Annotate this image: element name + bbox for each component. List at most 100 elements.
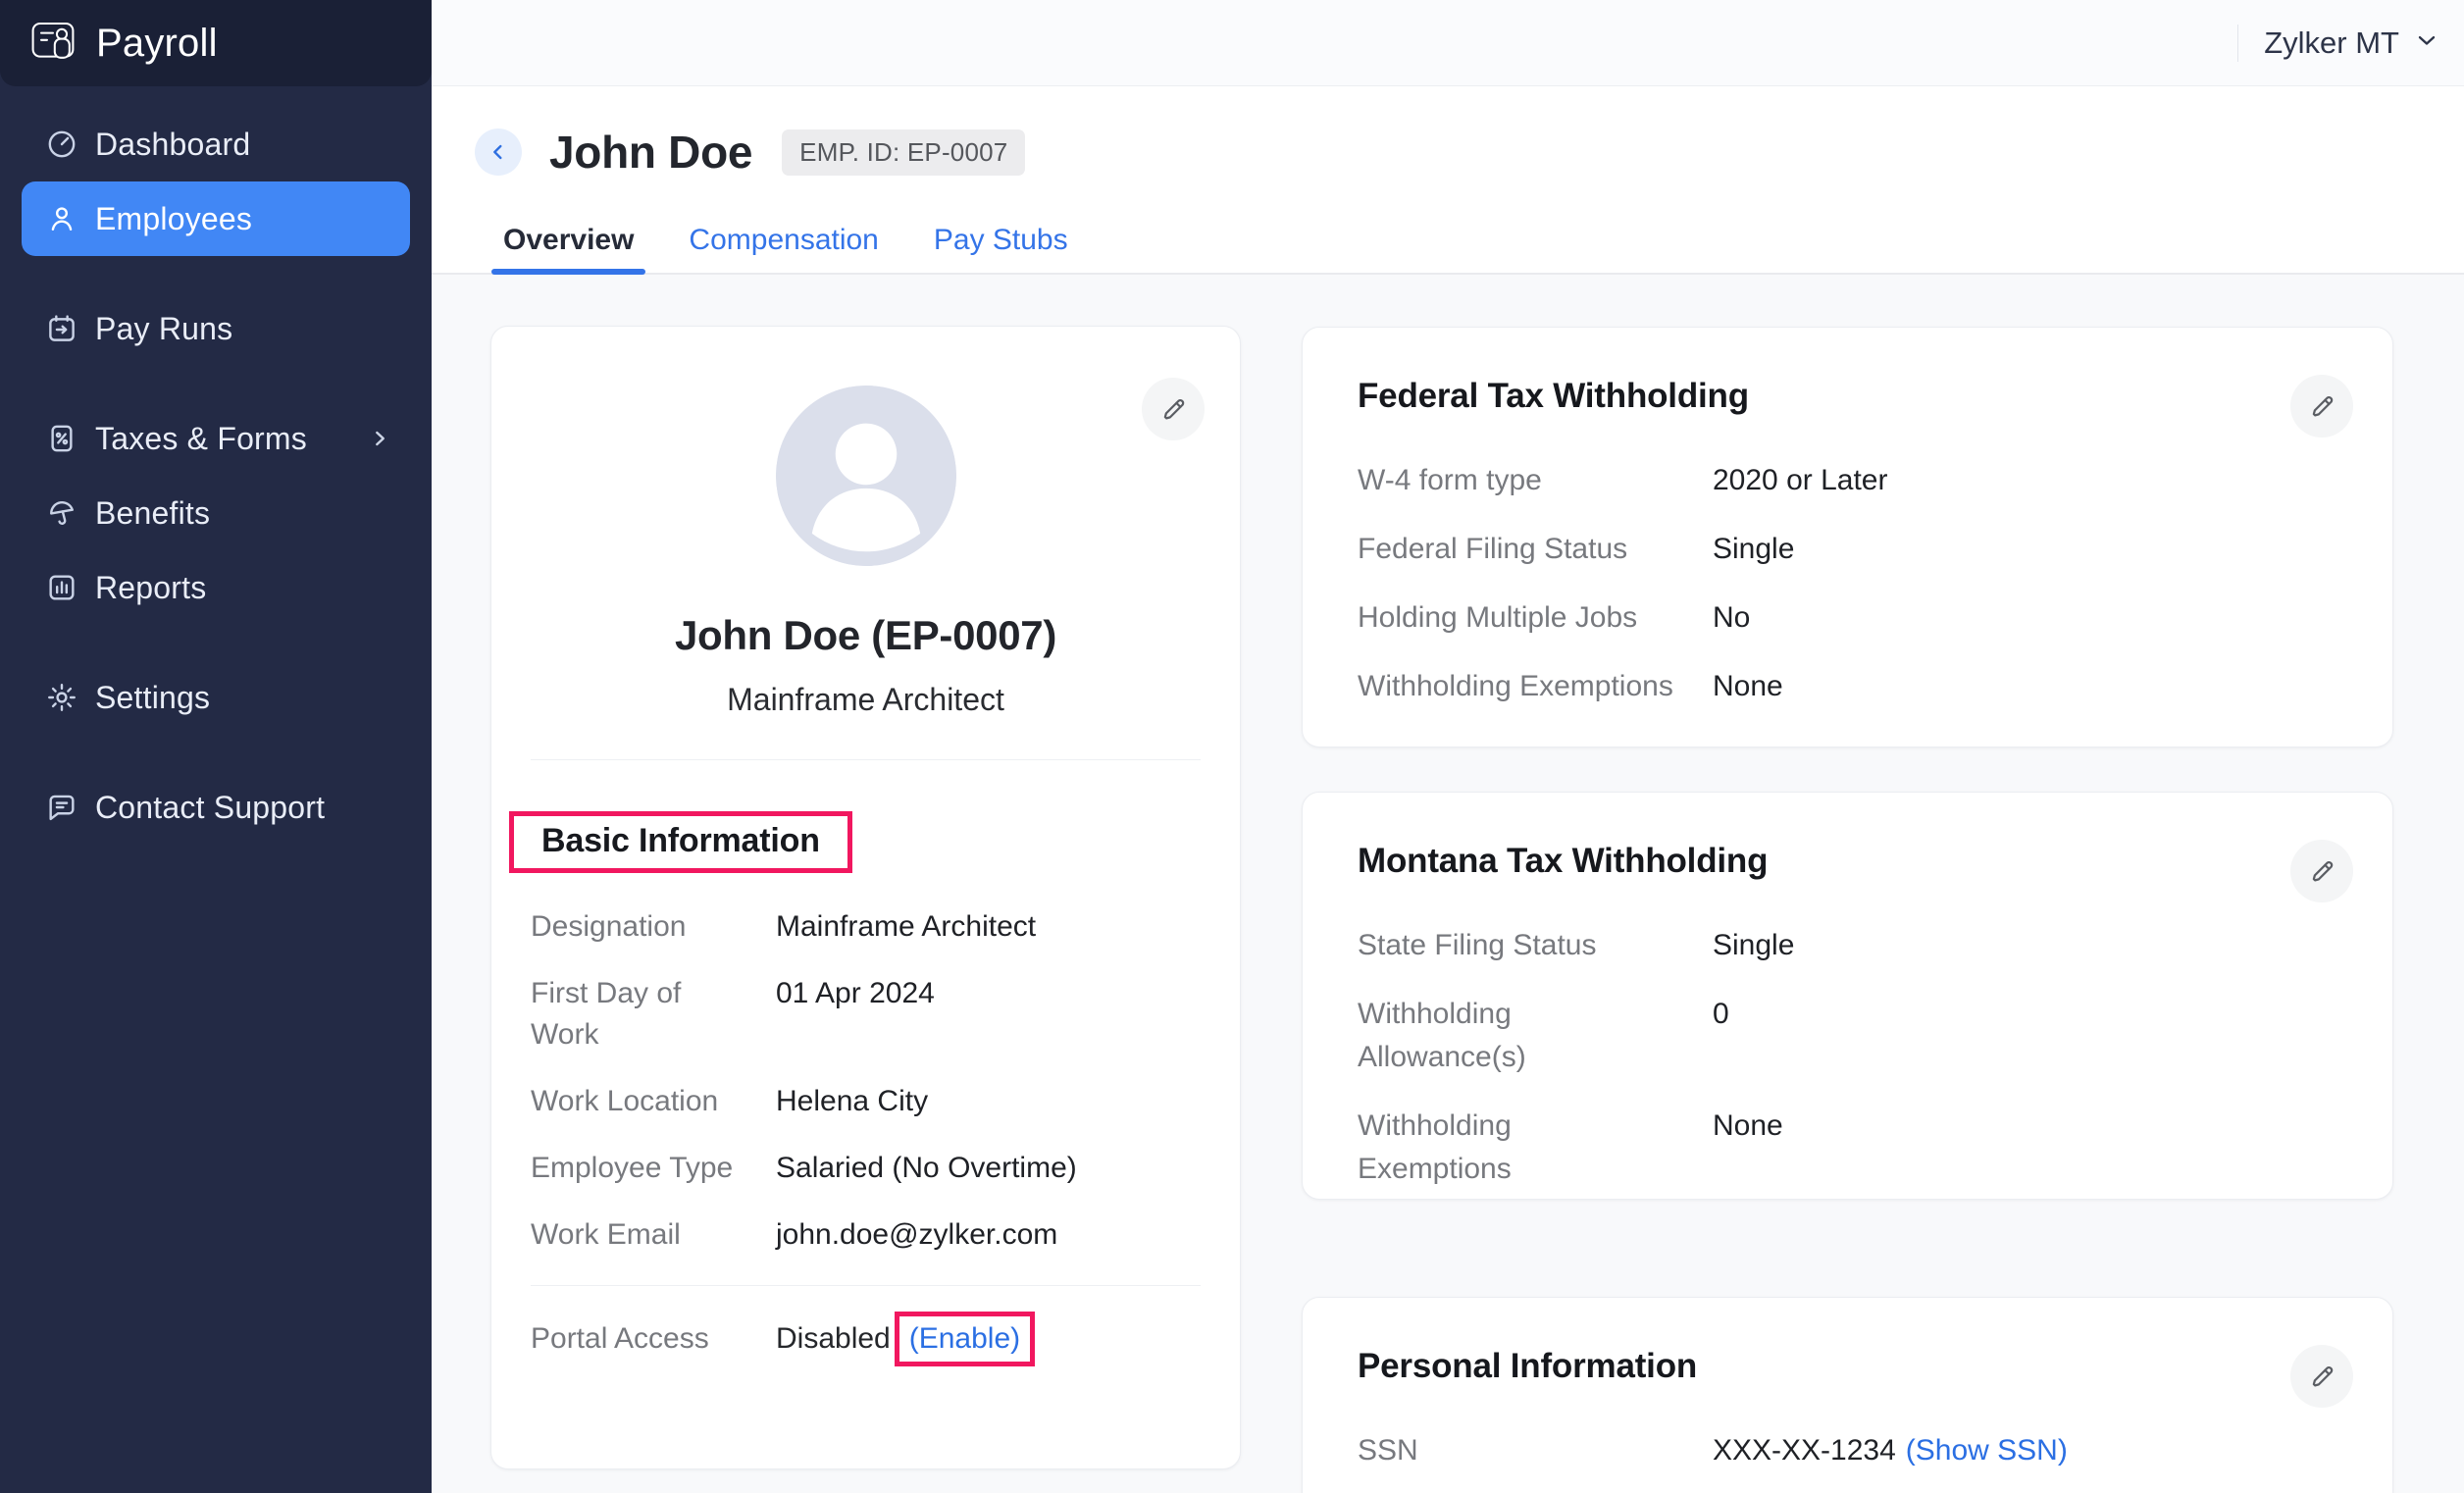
field-label: State Filing Status	[1358, 924, 1632, 967]
personal-information-fields: SSN XXX-XX-1234(Show SSN)	[1358, 1429, 2337, 1472]
sidebar-item-label: Employees	[95, 201, 252, 237]
card-title: Montana Tax Withholding	[1358, 838, 2337, 885]
settings-icon	[45, 681, 78, 714]
field-row-work-location: Work Location Helena City	[531, 1081, 1201, 1122]
field-value: None	[1713, 1105, 1783, 1191]
sidebar-item-label: Taxes & Forms	[95, 421, 307, 457]
payroll-app: Payroll Dashboard Employees Pay Runs	[0, 0, 2464, 1493]
edit-profile-button[interactable]	[1142, 378, 1205, 440]
app-logo: Payroll	[0, 0, 432, 86]
field-row-ssn: SSN XXX-XX-1234(Show SSN)	[1358, 1429, 2337, 1472]
field-value: None	[1713, 665, 1783, 708]
dashboard-icon	[45, 128, 78, 161]
card-title: Personal Information	[1358, 1343, 2337, 1390]
pay-runs-icon	[45, 312, 78, 345]
sidebar-item-label: Benefits	[95, 495, 210, 532]
field-row-designation: Designation Mainframe Architect	[531, 906, 1201, 948]
federal-tax-withholding-card: Federal Tax Withholding W-4 form type 20…	[1302, 327, 2393, 747]
field-label: Withholding Exemptions	[1358, 665, 1696, 708]
sidebar-item-contact-support[interactable]: Contact Support	[22, 770, 410, 845]
page-title: John Doe	[549, 126, 752, 179]
avatar	[776, 386, 956, 566]
state-tax-fields: State Filing Status Single Withholding A…	[1358, 924, 2337, 1191]
field-label: Work Email	[531, 1214, 737, 1256]
sidebar-item-label: Contact Support	[95, 790, 325, 826]
field-label: Withholding Exemptions	[1358, 1105, 1632, 1191]
field-row-state-filing-status: State Filing Status Single	[1358, 924, 2337, 967]
contact-support-icon	[45, 791, 78, 824]
profile-card-body: Basic Information Designation Mainframe …	[491, 759, 1240, 1366]
tab-pay-stubs[interactable]: Pay Stubs	[922, 206, 1080, 275]
card-title: Federal Tax Withholding	[1358, 373, 2337, 420]
field-label: First Day of Work	[531, 973, 737, 1055]
montana-tax-withholding-card: Montana Tax Withholding State Filing Sta…	[1302, 792, 2393, 1200]
title-row: John Doe EMP. ID: EP-0007	[475, 126, 1025, 179]
employee-id-badge: EMP. ID: EP-0007	[782, 129, 1025, 176]
chevron-right-icon	[367, 426, 392, 451]
enable-portal-link[interactable]: (Enable)	[909, 1322, 1020, 1355]
tab-compensation[interactable]: Compensation	[677, 206, 890, 275]
page-header: John Doe EMP. ID: EP-0007 Overview Compe…	[432, 86, 2464, 275]
content-area: John Doe (EP-0007) Mainframe Architect B…	[432, 275, 2464, 1493]
pencil-icon	[2307, 856, 2336, 886]
edit-personal-information-button[interactable]	[2290, 1345, 2353, 1408]
pencil-icon	[2307, 391, 2336, 421]
edit-federal-tax-button[interactable]	[2290, 375, 2353, 438]
sidebar-item-settings[interactable]: Settings	[22, 660, 410, 735]
ssn-masked-value: XXX-XX-1234	[1713, 1434, 1896, 1467]
tab-bar: Overview Compensation Pay Stubs	[491, 206, 1080, 275]
org-switcher[interactable]: Zylker MT	[2264, 26, 2440, 61]
sidebar-item-label: Settings	[95, 680, 210, 716]
tab-overview[interactable]: Overview	[491, 206, 645, 275]
field-value: Single	[1713, 528, 1794, 571]
chevron-down-icon	[2413, 26, 2440, 59]
field-value: XXX-XX-1234 (Show SSN)	[1713, 1429, 2068, 1472]
field-label: Federal Filing Status	[1358, 528, 1696, 571]
field-row-withholding-exemptions: Withholding Exemptions None	[1358, 1105, 2337, 1191]
payroll-logo-icon	[29, 18, 77, 70]
edit-state-tax-button[interactable]	[2290, 840, 2353, 902]
topbar: Zylker MT	[432, 0, 2464, 86]
field-row-work-email: Work Email john.doe@zylker.com	[531, 1214, 1201, 1256]
sidebar-item-label: Pay Runs	[95, 311, 232, 347]
field-value: 01 Apr 2024	[776, 973, 935, 1055]
employee-display-name: John Doe (EP-0007)	[491, 609, 1240, 662]
back-button[interactable]	[475, 129, 522, 176]
employee-profile-card: John Doe (EP-0007) Mainframe Architect B…	[490, 326, 1241, 1469]
divider	[531, 1285, 1201, 1286]
show-ssn-link[interactable]: (Show SSN)	[1906, 1434, 2068, 1467]
highlight-box-enable: (Enable)	[895, 1312, 1035, 1366]
highlight-box-basic-information: Basic Information	[509, 811, 852, 873]
pencil-icon	[2307, 1362, 2336, 1391]
field-value: Single	[1713, 924, 1794, 967]
field-label: Designation	[531, 906, 737, 948]
sidebar-item-employees[interactable]: Employees	[22, 181, 410, 256]
sidebar-nav: Dashboard Employees Pay Runs Taxes & For…	[0, 86, 432, 845]
sidebar-item-dashboard[interactable]: Dashboard	[22, 107, 410, 181]
field-row-holding-multiple-jobs: Holding Multiple Jobs No	[1358, 596, 2337, 640]
field-value: Helena City	[776, 1081, 928, 1122]
field-row-w4-form-type: W-4 form type 2020 or Later	[1358, 459, 2337, 502]
sidebar-item-benefits[interactable]: Benefits	[22, 476, 410, 550]
field-label: Portal Access	[531, 1322, 737, 1356]
divider	[531, 759, 1201, 760]
field-value: john.doe@zylker.com	[776, 1214, 1057, 1256]
sidebar-item-taxes-forms[interactable]: Taxes & Forms	[22, 401, 410, 476]
employee-designation: Mainframe Architect	[491, 680, 1240, 719]
app-title: Payroll	[96, 22, 218, 66]
personal-information-card: Personal Information SSN XXX-XX-1234(Sho…	[1302, 1297, 2393, 1493]
field-value: 2020 or Later	[1713, 459, 1887, 502]
sidebar: Payroll Dashboard Employees Pay Runs	[0, 0, 432, 1493]
sidebar-item-pay-runs[interactable]: Pay Runs	[22, 291, 410, 366]
reports-icon	[45, 571, 78, 604]
field-row-first-day-of-work: First Day of Work 01 Apr 2024	[531, 973, 1201, 1055]
org-name: Zylker MT	[2264, 26, 2399, 61]
field-value: 0	[1713, 993, 1729, 1079]
field-row-employee-type: Employee Type Salaried (No Overtime)	[531, 1148, 1201, 1189]
field-label: W-4 form type	[1358, 459, 1696, 502]
employees-icon	[45, 202, 78, 235]
field-value: Mainframe Architect	[776, 906, 1036, 948]
field-row-withholding-allowances: Withholding Allowance(s) 0	[1358, 993, 2337, 1079]
sidebar-item-reports[interactable]: Reports	[22, 550, 410, 625]
federal-tax-fields: W-4 form type 2020 or Later Federal Fili…	[1358, 459, 2337, 708]
